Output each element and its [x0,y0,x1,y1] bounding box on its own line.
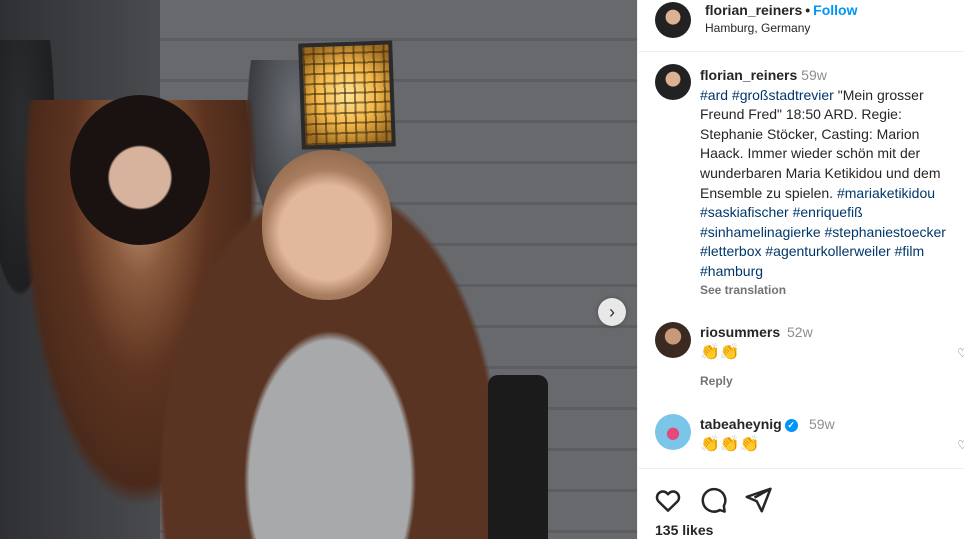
caption-username[interactable]: florian_reiners [700,67,797,83]
carousel-next-button[interactable]: › [598,298,626,326]
heart-icon[interactable] [653,485,683,515]
caption-hashtags-lead[interactable]: #ard #großstadtrevier [700,87,834,103]
author-line: florian_reiners • Follow [705,2,858,18]
post-side-panel: florian_reiners • Follow Hamburg, Germany … [637,0,964,539]
post-caption: florian_reiners 59w #ard #großstadtrevie… [700,66,964,282]
author-username[interactable]: florian_reiners [705,2,802,18]
photo-man-head [262,150,392,300]
post-actions-bar: 135 likes [638,468,964,539]
comment-username[interactable]: tabeaheynig ✓ [700,416,798,432]
post-header: florian_reiners • Follow Hamburg, Germany [638,0,964,52]
comment-icon[interactable] [698,485,728,515]
share-icon[interactable] [743,485,773,515]
commenter-avatar[interactable] [655,322,691,358]
follow-button[interactable]: Follow [813,2,857,18]
photo-chair [488,375,548,539]
see-translation-link[interactable]: See translation [700,283,786,297]
post-photo[interactable]: › [0,0,637,539]
comment-like-heart-icon[interactable]: ♡ [957,438,964,452]
separator-dot: • [805,2,811,18]
comment-time[interactable]: 59w [809,416,835,432]
comment-like-heart-icon[interactable]: ♡ [957,346,964,360]
comment-text: 👏👏 [700,344,740,361]
comment-username[interactable]: riosummers [700,324,780,340]
comment-time[interactable]: 52w [787,324,813,340]
comment-reply-button[interactable]: Reply [700,374,733,388]
post-location[interactable]: Hamburg, Germany [705,21,810,35]
likes-count[interactable]: 135 likes [655,522,713,538]
caption-time[interactable]: 59w [801,67,827,83]
comments-section[interactable]: florian_reiners 59w #ard #großstadtrevie… [638,52,964,468]
caption-text: "Mein grosser Freund Fred" 18:50 ARD. Re… [700,86,941,201]
author-avatar[interactable] [655,2,691,38]
comment-username-text[interactable]: tabeaheynig [700,416,782,432]
verified-badge-icon: ✓ [784,419,798,432]
photo-studio-lamp [298,40,396,150]
caption-author-avatar[interactable] [655,64,691,100]
comment-text: 👏👏👏 [700,436,760,453]
chevron-right-icon: › [609,301,615,322]
commenter-avatar[interactable] [655,414,691,450]
